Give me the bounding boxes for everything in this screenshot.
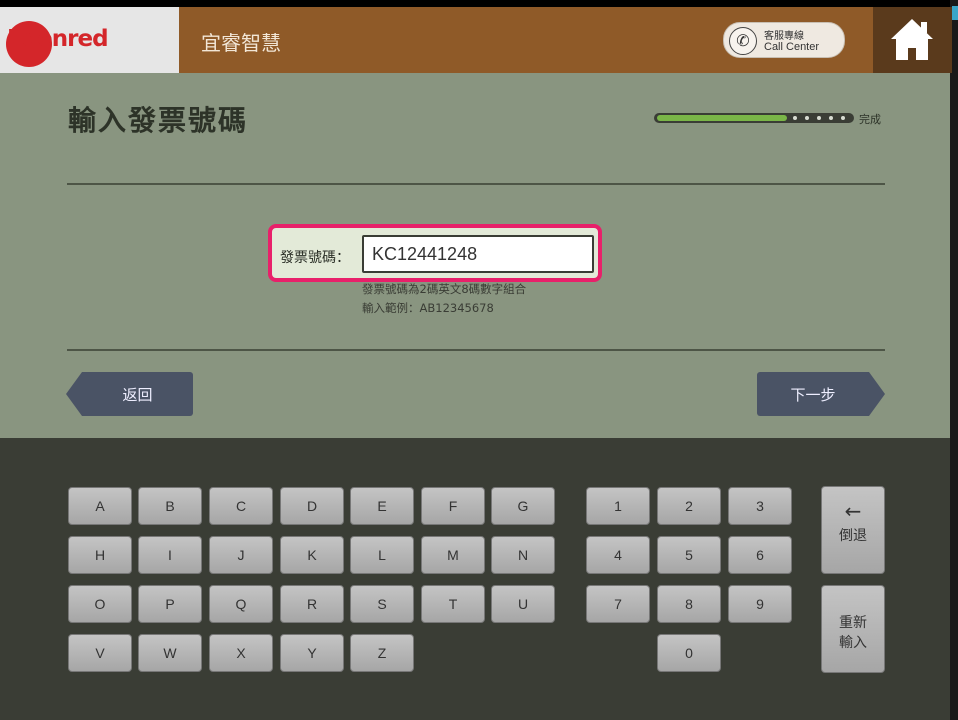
key-g[interactable]: G: [491, 487, 555, 525]
key-f[interactable]: F: [421, 487, 485, 525]
key-q[interactable]: Q: [209, 585, 273, 623]
phone-icon: ✆: [729, 27, 757, 55]
invoice-number-input[interactable]: KC12441248: [362, 235, 594, 273]
backspace-key[interactable]: ← 倒退: [821, 486, 885, 574]
key-k[interactable]: K: [280, 536, 344, 574]
progress-step-dot: [793, 116, 797, 120]
home-button[interactable]: [873, 7, 952, 73]
progress-fill: [657, 115, 787, 121]
key-d[interactable]: D: [280, 487, 344, 525]
divider: [67, 349, 885, 351]
key-a[interactable]: A: [68, 487, 132, 525]
key-w[interactable]: W: [138, 634, 202, 672]
key-v[interactable]: V: [68, 634, 132, 672]
key-m[interactable]: M: [421, 536, 485, 574]
divider: [67, 183, 885, 185]
reset-key[interactable]: 重新 輸入: [821, 585, 885, 673]
invoice-example-hint: 輸入範例：AB12345678: [362, 301, 494, 315]
key-r[interactable]: R: [280, 585, 344, 623]
key-4[interactable]: 4: [586, 536, 650, 574]
next-button-arrow[interactable]: [869, 372, 885, 416]
key-b[interactable]: B: [138, 487, 202, 525]
progress-bar: [654, 113, 854, 123]
invoice-format-hint: 發票號碼為2碼英文8碼數字組合: [362, 282, 527, 296]
backspace-arrow-icon: ←: [844, 499, 862, 523]
key-i[interactable]: I: [138, 536, 202, 574]
key-8[interactable]: 8: [657, 585, 721, 623]
logo: Edenred: [0, 7, 179, 73]
reset-label-line2: 輸入: [839, 635, 867, 651]
brand-bar: 宜睿智慧 ✆ 客服專線 Call Center: [179, 7, 873, 73]
call-center-label-en: Call Center: [764, 41, 820, 53]
progress-step-dot: [805, 116, 809, 120]
key-c[interactable]: C: [209, 487, 273, 525]
key-1[interactable]: 1: [586, 487, 650, 525]
progress-step-dot: [817, 116, 821, 120]
progress-label: 完成: [859, 113, 881, 126]
progress-step-dot: [841, 116, 845, 120]
key-5[interactable]: 5: [657, 536, 721, 574]
progress-step-dot: [829, 116, 833, 120]
back-button[interactable]: 返回: [82, 372, 193, 416]
next-button[interactable]: 下一步: [757, 372, 869, 416]
key-9[interactable]: 9: [728, 585, 792, 623]
key-x[interactable]: X: [209, 634, 273, 672]
on-screen-keyboard: ← 倒退 重新 輸入 ABCDEFG HIJKLMN OPQRSTU VWXYZ 123…: [0, 438, 950, 720]
page-title: 輸入發票號碼: [68, 104, 249, 137]
key-h[interactable]: H: [68, 536, 132, 574]
header: Edenred 宜睿智慧 ✆ 客服專線 Call Center: [0, 0, 958, 73]
right-edge: [950, 0, 958, 720]
key-y[interactable]: Y: [280, 634, 344, 672]
key-7[interactable]: 7: [586, 585, 650, 623]
logo-text: Edenred: [7, 26, 109, 52]
key-z[interactable]: Z: [350, 634, 414, 672]
key-0[interactable]: 0: [657, 634, 721, 672]
key-6[interactable]: 6: [728, 536, 792, 574]
back-button-arrow[interactable]: [66, 372, 82, 416]
key-p[interactable]: P: [138, 585, 202, 623]
home-icon: [891, 19, 933, 60]
key-u[interactable]: U: [491, 585, 555, 623]
key-l[interactable]: L: [350, 536, 414, 574]
brand-title: 宜睿智慧: [201, 31, 281, 55]
key-s[interactable]: S: [350, 585, 414, 623]
key-o[interactable]: O: [68, 585, 132, 623]
backspace-label: 倒退: [839, 528, 867, 544]
invoice-entry-panel: 輸入發票號碼 完成 發票號碼： KC12441248 發票號碼為2碼英文8碼數字…: [0, 73, 950, 438]
key-e[interactable]: E: [350, 487, 414, 525]
invoice-number-label: 發票號碼：: [280, 250, 350, 266]
key-j[interactable]: J: [209, 536, 273, 574]
call-center-button[interactable]: ✆ 客服專線 Call Center: [723, 22, 845, 58]
call-center-label-zh: 客服專線: [764, 31, 804, 42]
reset-label-line1: 重新: [839, 615, 867, 631]
key-n[interactable]: N: [491, 536, 555, 574]
key-t[interactable]: T: [421, 585, 485, 623]
key-3[interactable]: 3: [728, 487, 792, 525]
key-2[interactable]: 2: [657, 487, 721, 525]
